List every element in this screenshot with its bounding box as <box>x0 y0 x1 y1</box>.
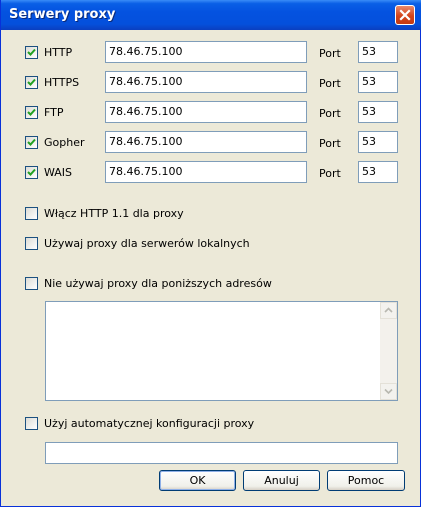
title-bar[interactable]: Serwery proxy <box>1 0 421 30</box>
wais-checkbox[interactable] <box>25 166 38 179</box>
gopher-label: Gopher <box>44 136 85 149</box>
proxy-row-wais: WAIS 78.46.75.100 Port 53 <box>1 161 421 183</box>
ok-button[interactable]: OK <box>159 470 236 491</box>
http-checkbox[interactable] <box>25 46 38 59</box>
http11-checkbox[interactable] <box>25 207 38 220</box>
scroll-up-button[interactable] <box>380 302 397 319</box>
https-port-label: Port <box>319 77 341 90</box>
checkmark-icon <box>27 78 36 86</box>
ftp-port-input[interactable]: 53 <box>358 101 398 123</box>
local-servers-label: Używaj proxy dla serwerów lokalnych <box>44 237 250 250</box>
ftp-checkbox[interactable] <box>25 106 38 119</box>
proxy-row-http: HTTP 78.46.75.100 Port 53 <box>1 41 421 63</box>
close-icon <box>399 9 411 21</box>
bypass-addresses-textarea[interactable] <box>45 301 398 401</box>
bypass-label: Nie używaj proxy dla poniższych adresów <box>44 277 272 290</box>
gopher-checkbox[interactable] <box>25 136 38 149</box>
checkmark-icon <box>27 108 36 116</box>
proxy-row-ftp: FTP 78.46.75.100 Port 53 <box>1 101 421 123</box>
wais-port-label: Port <box>319 167 341 180</box>
http-port-input[interactable]: 53 <box>358 41 398 63</box>
textarea-scrollbar[interactable] <box>380 302 397 400</box>
ftp-address-input[interactable]: 78.46.75.100 <box>105 101 307 123</box>
proxy-row-https: HTTPS 78.46.75.100 Port 53 <box>1 71 421 93</box>
https-checkbox[interactable] <box>25 76 38 89</box>
local-servers-checkbox[interactable] <box>25 237 38 250</box>
autoconfig-checkbox[interactable] <box>25 417 38 430</box>
autoconfig-url-input[interactable] <box>45 442 398 464</box>
scroll-down-button[interactable] <box>380 383 397 400</box>
help-button[interactable]: Pomoc <box>327 470 405 491</box>
https-address-input[interactable]: 78.46.75.100 <box>105 71 307 93</box>
http-address-input[interactable]: 78.46.75.100 <box>105 41 307 63</box>
checkmark-icon <box>27 48 36 56</box>
wais-port-input[interactable]: 53 <box>358 161 398 183</box>
http11-label: Włącz HTTP 1.1 dla proxy <box>44 207 184 220</box>
proxy-dialog: Serwery proxy HTTP 78.46.75.100 Port 53 … <box>0 0 421 507</box>
cancel-button[interactable]: Anuluj <box>243 470 320 491</box>
http-port-label: Port <box>319 47 341 60</box>
chevron-up-icon <box>384 307 393 313</box>
window-title: Serwery proxy <box>9 7 116 22</box>
ftp-port-label: Port <box>319 107 341 120</box>
https-label: HTTPS <box>44 76 80 89</box>
wais-address-input[interactable]: 78.46.75.100 <box>105 161 307 183</box>
wais-label: WAIS <box>44 166 73 179</box>
gopher-address-input[interactable]: 78.46.75.100 <box>105 131 307 153</box>
bypass-checkbox[interactable] <box>25 277 38 290</box>
chevron-down-icon <box>384 388 393 395</box>
gopher-port-label: Port <box>319 137 341 150</box>
gopher-port-input[interactable]: 53 <box>358 131 398 153</box>
proxy-row-gopher: Gopher 78.46.75.100 Port 53 <box>1 131 421 153</box>
ftp-label: FTP <box>44 106 64 119</box>
http-label: HTTP <box>44 46 73 59</box>
checkmark-icon <box>27 168 36 176</box>
autoconfig-label: Użyj automatycznej konfiguracji proxy <box>44 417 255 430</box>
checkmark-icon <box>27 138 36 146</box>
https-port-input[interactable]: 53 <box>358 71 398 93</box>
close-button[interactable] <box>395 5 415 25</box>
